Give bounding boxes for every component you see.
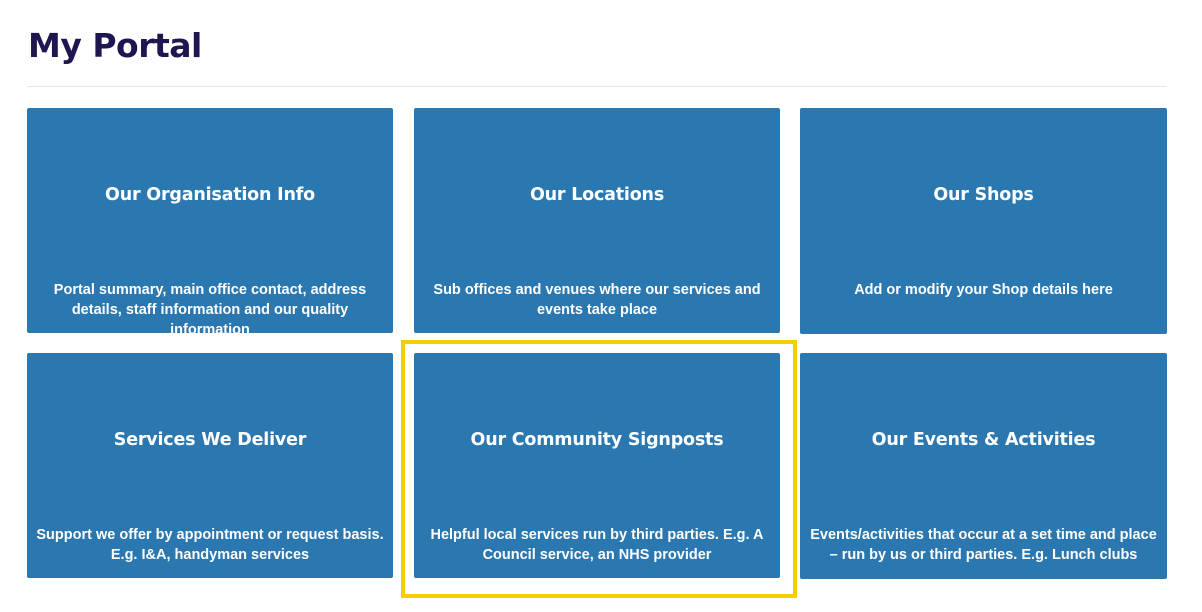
tile-description: Support we offer by appointment or reque… <box>36 527 384 563</box>
tile-title: Our Organisation Info <box>105 185 315 205</box>
tile-locations[interactable]: Our Locations Sub offices and venues whe… <box>414 108 780 333</box>
title-divider <box>27 86 1167 87</box>
tile-services-we-deliver[interactable]: Services We Deliver Support we offer by … <box>27 353 393 578</box>
tile-title: Services We Deliver <box>113 430 307 450</box>
tile-description: Events/activities that occur at a set ti… <box>810 527 1157 563</box>
tile-description: Add or modify your Shop details here <box>854 282 1113 298</box>
tile-title: Our Shops <box>933 185 1034 205</box>
tile-description: Helpful local services run by third part… <box>430 527 764 563</box>
tile-description: Sub offices and venues where our service… <box>433 282 761 318</box>
tile-title: Our Community Signposts <box>470 430 724 450</box>
tile-events-activities[interactable]: Our Events & Activities Events/activitie… <box>800 353 1167 579</box>
page-title: My Portal <box>28 26 202 65</box>
tile-shops[interactable]: Our Shops Add or modify your Shop detail… <box>800 108 1167 334</box>
tile-title: Our Locations <box>529 185 665 205</box>
tile-description: Portal summary, main office contact, add… <box>53 282 367 338</box>
tile-organisation-info[interactable]: Our Organisation Info Portal summary, ma… <box>27 108 393 338</box>
tile-community-signposts[interactable]: Our Community Signposts Helpful local se… <box>414 353 780 578</box>
tile-title: Our Events & Activities <box>871 430 1096 450</box>
